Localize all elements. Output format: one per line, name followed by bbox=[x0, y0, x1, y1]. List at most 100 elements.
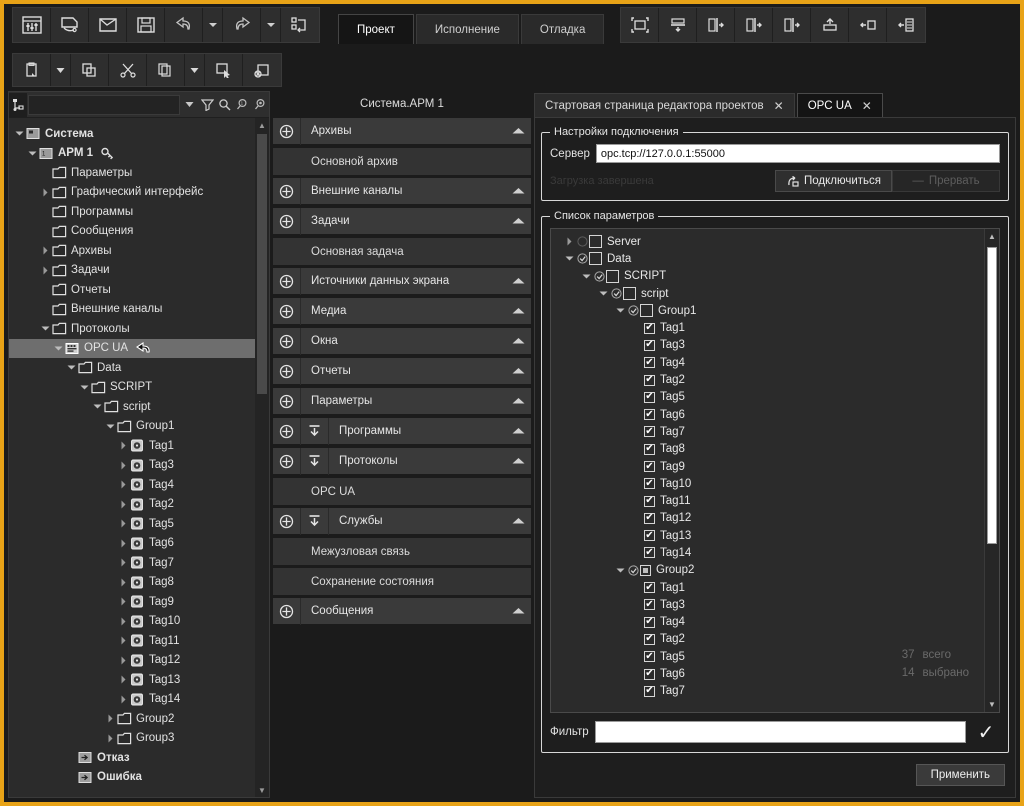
scroll-down-icon[interactable]: ▼ bbox=[255, 783, 269, 797]
param-item-tag3[interactable]: Tag3 bbox=[557, 596, 999, 613]
param-item-script[interactable]: script bbox=[557, 285, 999, 302]
select-icon[interactable] bbox=[205, 54, 243, 86]
tree-scrollbar[interactable]: ▲ ▼ bbox=[255, 118, 269, 797]
param-checkbox[interactable] bbox=[644, 374, 655, 386]
param-checkbox[interactable] bbox=[644, 599, 655, 611]
redo-dropdown-icon[interactable] bbox=[261, 8, 281, 42]
tree-twisty-icon[interactable] bbox=[39, 266, 51, 275]
scroll-up-icon[interactable]: ▲ bbox=[985, 229, 999, 244]
param-checkbox[interactable] bbox=[644, 582, 655, 594]
param-checkbox[interactable] bbox=[644, 426, 655, 438]
open-folder-icon[interactable] bbox=[89, 8, 127, 42]
param-item-tag1[interactable]: Tag1 bbox=[557, 319, 999, 336]
align-left-icon[interactable] bbox=[849, 8, 888, 42]
tree-item-протоколы[interactable]: Протоколы bbox=[9, 319, 269, 339]
tree-twisty-icon[interactable] bbox=[117, 617, 129, 626]
param-checkbox[interactable] bbox=[644, 409, 655, 421]
tree-item-tag7[interactable]: Tag7 bbox=[9, 553, 269, 573]
tab-execution[interactable]: Исполнение bbox=[415, 14, 519, 44]
param-item-script[interactable]: SCRIPT bbox=[557, 268, 999, 285]
param-item-tag9[interactable]: Tag9 bbox=[557, 458, 999, 475]
param-item-tag11[interactable]: Tag11 bbox=[557, 492, 999, 509]
tree-twisty-icon[interactable] bbox=[117, 695, 129, 704]
tree-twisty-icon[interactable] bbox=[117, 519, 129, 528]
tree-twisty-icon[interactable] bbox=[52, 345, 64, 352]
param-checkbox[interactable] bbox=[644, 339, 655, 351]
chevron-up-icon[interactable] bbox=[505, 427, 531, 435]
parameter-scrollbar[interactable]: ▲ ▼ bbox=[984, 229, 999, 712]
param-item-tag5[interactable]: Tag5 bbox=[557, 389, 999, 406]
find-next-icon[interactable] bbox=[251, 93, 269, 117]
chevron-up-icon[interactable] bbox=[505, 457, 531, 465]
tree-twisty-icon[interactable] bbox=[117, 656, 129, 665]
param-checkbox[interactable] bbox=[644, 461, 655, 472]
align-bottom-icon[interactable] bbox=[659, 8, 698, 42]
param-checkbox[interactable] bbox=[644, 357, 655, 369]
parameter-tree[interactable]: Server Data SCRIPT script Group1 Tag1 Tag3 Tag4… bbox=[550, 228, 1000, 713]
param-item-data[interactable]: Data bbox=[557, 250, 999, 267]
tree-item-сообщения[interactable]: Сообщения bbox=[9, 222, 269, 242]
delete-icon[interactable] bbox=[243, 54, 281, 86]
import-icon[interactable] bbox=[301, 417, 329, 445]
chevron-up-icon[interactable] bbox=[505, 187, 531, 195]
chevron-up-icon[interactable] bbox=[505, 217, 531, 225]
param-item-tag4[interactable]: Tag4 bbox=[557, 354, 999, 371]
apply-button[interactable]: Применить bbox=[915, 764, 1005, 786]
tree-item-графический-интерфейс[interactable]: Графический интерфейс bbox=[9, 183, 269, 203]
accordion-основной-архив[interactable]: Основной архив bbox=[273, 148, 531, 175]
tree-twisty-icon[interactable] bbox=[117, 441, 129, 450]
add-icon[interactable] bbox=[273, 267, 301, 295]
tree-twisty-icon[interactable] bbox=[117, 500, 129, 509]
param-twisty-icon[interactable] bbox=[614, 567, 627, 574]
accordion-межузловая-связь[interactable]: Межузловая связь bbox=[273, 538, 531, 565]
add-icon[interactable] bbox=[273, 118, 301, 145]
param-item-group2[interactable]: Group2 bbox=[557, 562, 999, 579]
param-checkbox[interactable] bbox=[589, 252, 602, 266]
tree-item-tag12[interactable]: Tag12 bbox=[9, 651, 269, 671]
chevron-up-icon[interactable] bbox=[505, 277, 531, 285]
tree-item-tag1[interactable]: Tag1 bbox=[9, 436, 269, 456]
tree-twisty-icon[interactable] bbox=[78, 384, 90, 391]
tree-item-tag5[interactable]: Tag5 bbox=[9, 514, 269, 534]
cut-icon[interactable] bbox=[109, 54, 147, 86]
dock-left-icon[interactable] bbox=[887, 8, 926, 42]
add-icon[interactable] bbox=[273, 357, 301, 385]
rebuild-icon[interactable] bbox=[281, 8, 319, 42]
tree-item-group1[interactable]: Group1 bbox=[9, 417, 269, 437]
tree-twisty-icon[interactable] bbox=[13, 130, 25, 137]
chevron-up-icon[interactable] bbox=[505, 127, 531, 135]
import-icon[interactable] bbox=[301, 447, 329, 475]
accordion-источники-данных-экрана[interactable]: Источники данных экрана bbox=[273, 267, 531, 295]
align-right-3-icon[interactable] bbox=[773, 8, 812, 42]
server-input[interactable] bbox=[595, 144, 1000, 163]
tree-item-opc-ua[interactable]: OPC UA bbox=[9, 338, 269, 358]
accordion-opc-ua[interactable]: OPC UA bbox=[273, 478, 531, 505]
connect-button[interactable]: Подключиться bbox=[774, 170, 892, 192]
tree-twisty-icon[interactable] bbox=[104, 734, 116, 743]
search-icon[interactable] bbox=[216, 93, 234, 117]
param-twisty-icon[interactable] bbox=[580, 273, 593, 280]
tree-item-data[interactable]: Data bbox=[9, 358, 269, 378]
param-item-tag12[interactable]: Tag12 bbox=[557, 510, 999, 527]
tree-item-tag13[interactable]: Tag13 bbox=[9, 670, 269, 690]
param-checkbox[interactable] bbox=[644, 443, 655, 455]
param-item-tag10[interactable]: Tag10 bbox=[557, 475, 999, 492]
param-item-group1[interactable]: Group1 bbox=[557, 302, 999, 319]
tree-twisty-icon[interactable] bbox=[117, 578, 129, 587]
search-dropdown-icon[interactable] bbox=[181, 93, 199, 117]
tree-item-внешние-каналы[interactable]: Внешние каналы bbox=[9, 300, 269, 320]
add-icon[interactable] bbox=[273, 177, 301, 205]
save-icon[interactable] bbox=[127, 8, 165, 42]
accordion-окна[interactable]: Окна bbox=[273, 327, 531, 355]
chevron-up-icon[interactable] bbox=[505, 307, 531, 315]
tree-item-система[interactable]: Система bbox=[9, 124, 269, 144]
accordion-сообщения[interactable]: Сообщения bbox=[273, 597, 531, 625]
tree-item-tag10[interactable]: Tag10 bbox=[9, 612, 269, 632]
doc-tab-opcua[interactable]: OPC UA ✕ bbox=[796, 93, 883, 117]
param-item-tag7[interactable]: Tag7 bbox=[557, 423, 999, 440]
param-twisty-icon[interactable] bbox=[614, 307, 627, 314]
tree-item-script[interactable]: SCRIPT bbox=[9, 378, 269, 398]
tree-twisty-icon[interactable] bbox=[117, 539, 129, 548]
tree-twisty-icon[interactable] bbox=[39, 325, 51, 332]
accordion-медиа[interactable]: Медиа bbox=[273, 297, 531, 325]
